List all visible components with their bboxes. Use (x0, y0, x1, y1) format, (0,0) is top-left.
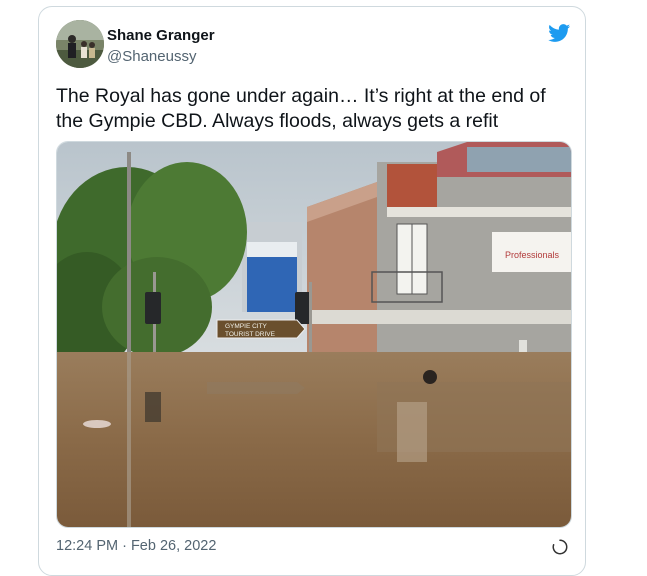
author-name[interactable]: Shane Granger (107, 27, 215, 44)
building-sign: Professionals (505, 250, 560, 260)
author-handle[interactable]: @Shaneussy (107, 48, 196, 65)
flood-photo: Professionals GYMPIE CITY TOURIST DRIVE (57, 142, 571, 527)
twitter-bird-icon[interactable] (547, 22, 572, 44)
street-sign-line2: TOURIST DRIVE (225, 331, 276, 338)
tweet-text: The Royal has gone under again… It’s rig… (56, 85, 546, 132)
tweet-card[interactable]: Shane Granger @Shaneussy The Royal has g… (38, 6, 586, 576)
avatar-photo (56, 20, 104, 68)
tweet-photo[interactable]: Professionals GYMPIE CITY TOURIST DRIVE (56, 141, 572, 528)
avatar[interactable] (56, 20, 104, 68)
tweet-timestamp[interactable]: 12:24 PM · Feb 26, 2022 (56, 538, 216, 554)
street-sign-line1: GYMPIE CITY (225, 323, 268, 330)
loading-spinner-icon (552, 539, 568, 555)
